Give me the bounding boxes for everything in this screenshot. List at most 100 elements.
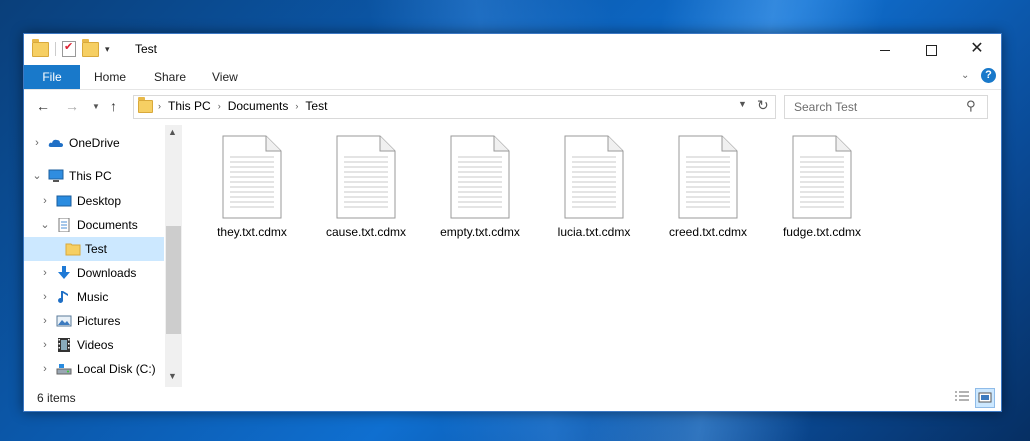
breadcrumb-separator-icon[interactable]: › — [295, 101, 298, 111]
nav-item-label: Downloads — [77, 266, 137, 280]
minimize-icon — [880, 49, 890, 51]
back-arrow-icon[interactable]: ← — [36, 98, 50, 114]
computer-icon — [48, 169, 64, 182]
ribbon-tabs: File Home Share View ⌄ ? — [24, 65, 1001, 90]
file-name: cause.txt.cdmx — [325, 225, 407, 239]
chevron-right-icon[interactable]: › — [40, 285, 50, 309]
disk-icon — [56, 364, 72, 375]
nav-item-label: OneDrive — [69, 136, 120, 150]
quick-access-toolbar: ▾ — [32, 38, 110, 57]
file-item[interactable]: fudge.txt.cdmx — [767, 135, 877, 239]
chevron-right-icon[interactable]: › — [40, 309, 50, 333]
up-arrow-icon[interactable]: ↑ — [110, 98, 117, 114]
file-name: creed.txt.cdmx — [668, 225, 748, 239]
nav-item-downloads[interactable]: › Downloads — [24, 261, 164, 285]
file-name: fudge.txt.cdmx — [782, 225, 862, 239]
nav-item-label: Test — [85, 242, 108, 256]
documents-icon — [58, 218, 70, 232]
close-icon: ✕ — [970, 40, 984, 57]
properties-icon[interactable] — [62, 40, 76, 57]
file-list: they.txt.cdmx cause.txt.cdmx empty.txt.c… — [182, 125, 1001, 387]
chevron-right-icon[interactable]: › — [40, 261, 50, 285]
tab-file[interactable]: File — [24, 65, 80, 89]
breadcrumb-test[interactable]: Test — [305, 99, 327, 113]
chevron-right-icon[interactable]: › — [40, 189, 50, 213]
close-button[interactable]: ✕ — [954, 34, 1000, 64]
nav-item-label: Videos — [77, 338, 114, 352]
new-folder-icon[interactable] — [82, 38, 99, 57]
text-document-icon — [792, 135, 852, 219]
navigation-pane: › OneDrive ⌄ This PC › Desktop ⌄ Documen… — [24, 125, 182, 387]
maximize-icon — [925, 44, 937, 56]
music-icon — [58, 291, 68, 303]
breadcrumb-this-pc[interactable]: This PC — [168, 99, 211, 113]
breadcrumb-separator-icon[interactable]: › — [218, 101, 221, 111]
file-item[interactable]: they.txt.cdmx — [197, 135, 307, 239]
chevron-down-icon[interactable]: ⌄ — [40, 213, 50, 237]
file-item[interactable]: lucia.txt.cdmx — [539, 135, 649, 239]
folder-icon — [32, 38, 49, 57]
address-dropdown-chevron-icon[interactable]: ▼ — [738, 99, 747, 109]
nav-item-label: Music — [77, 290, 109, 304]
address-row: ← → ▼ ↑ › This PC › Documents › Test ▼ ↻… — [24, 90, 1001, 122]
nav-item-videos[interactable]: › Videos — [24, 333, 164, 357]
nav-item-documents[interactable]: ⌄ Documents — [24, 213, 164, 237]
address-bar[interactable]: › This PC › Documents › Test ▼ ↻ — [133, 95, 776, 119]
toolbar-divider — [55, 42, 56, 56]
nav-item-pictures[interactable]: › Pictures — [24, 309, 164, 333]
text-document-icon — [222, 135, 282, 219]
text-document-icon — [564, 135, 624, 219]
tab-share[interactable]: Share — [154, 65, 186, 89]
window-title: Test — [135, 42, 158, 56]
minimize-button[interactable] — [862, 34, 908, 64]
search-input[interactable] — [792, 99, 966, 115]
recent-locations-chevron-icon[interactable]: ▼ — [92, 102, 100, 111]
search-icon[interactable]: ⚲ — [966, 98, 976, 114]
folder-icon — [138, 97, 153, 113]
nav-item-desktop[interactable]: › Desktop — [24, 189, 164, 213]
nav-item-label: Documents — [77, 218, 138, 232]
details-view-icon[interactable] — [953, 389, 971, 405]
breadcrumb-documents[interactable]: Documents — [228, 99, 289, 113]
file-item[interactable]: empty.txt.cdmx — [425, 135, 535, 239]
text-document-icon — [678, 135, 738, 219]
forward-arrow-icon[interactable]: → — [65, 98, 79, 114]
scrollbar-thumb[interactable] — [166, 226, 181, 334]
help-icon[interactable]: ? — [981, 68, 996, 83]
text-document-icon — [450, 135, 510, 219]
search-box[interactable]: ⚲ — [784, 95, 988, 119]
file-item[interactable]: creed.txt.cdmx — [653, 135, 763, 239]
nav-item-test[interactable]: Test — [24, 237, 164, 261]
expand-ribbon-chevron-icon[interactable]: ⌄ — [961, 70, 969, 81]
chevron-down-icon[interactable]: ⌄ — [32, 164, 42, 188]
scroll-down-icon[interactable]: ▼ — [168, 371, 177, 381]
customize-toolbar-arrow-icon[interactable]: ▾ — [105, 44, 110, 55]
videos-icon — [58, 338, 70, 352]
chevron-right-icon[interactable]: › — [40, 333, 50, 357]
nav-item-local-disk[interactable]: › Local Disk (C:) — [24, 357, 164, 381]
refresh-icon[interactable]: ↻ — [757, 97, 769, 114]
chevron-right-icon[interactable]: › — [32, 131, 42, 155]
nav-item-this-pc[interactable]: ⌄ This PC — [24, 164, 164, 188]
tab-view[interactable]: View — [212, 65, 238, 89]
file-item[interactable]: cause.txt.cdmx — [311, 135, 421, 239]
large-icons-view-icon — [978, 392, 992, 403]
cloud-icon — [48, 139, 63, 147]
nav-item-label: Desktop — [77, 194, 122, 208]
nav-item-onedrive[interactable]: › OneDrive — [24, 131, 164, 155]
text-document-icon — [336, 135, 396, 219]
breadcrumb: › This PC › Documents › Test — [158, 99, 327, 113]
tab-home[interactable]: Home — [94, 65, 126, 89]
breadcrumb-separator-icon[interactable]: › — [158, 101, 161, 111]
file-name: empty.txt.cdmx — [440, 225, 520, 239]
chevron-right-icon[interactable]: › — [40, 357, 50, 381]
large-icons-view-button[interactable] — [975, 388, 995, 408]
navigation-scrollbar[interactable]: ▲ ▼ — [165, 125, 182, 387]
title-bar[interactable]: ▾ Test ✕ — [24, 34, 1001, 65]
scroll-up-icon[interactable]: ▲ — [168, 127, 177, 137]
maximize-button[interactable] — [908, 34, 954, 64]
nav-item-label: This PC — [69, 169, 112, 183]
file-name: lucia.txt.cdmx — [557, 225, 631, 239]
nav-item-music[interactable]: › Music — [24, 285, 164, 309]
nav-item-label: Local Disk (C:) — [77, 362, 156, 376]
